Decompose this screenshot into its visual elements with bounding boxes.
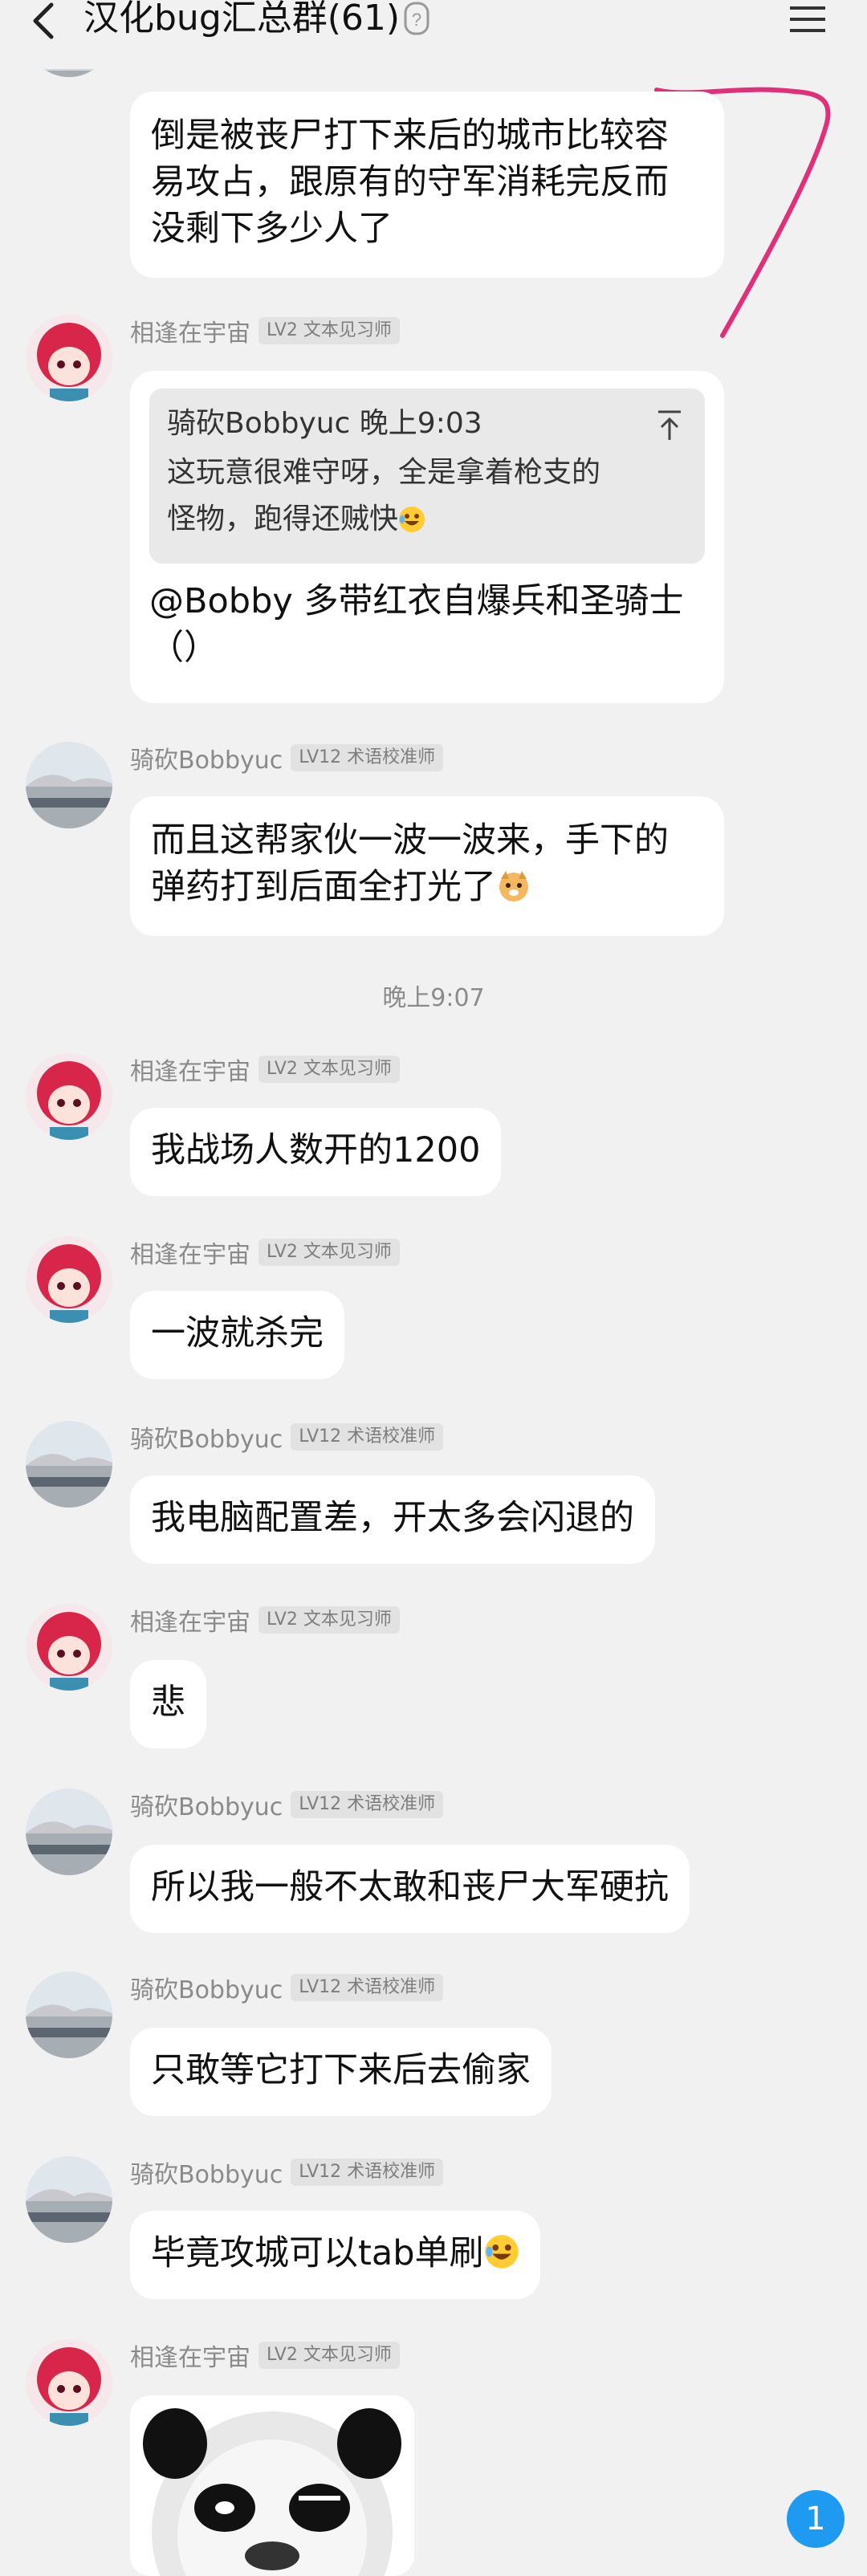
anime-avatar-icon[interactable]	[26, 1604, 112, 1691]
unread-count-badge[interactable]: 1	[787, 2490, 845, 2548]
group-title[interactable]: 汉化bug汇总群(61)	[83, 0, 400, 48]
time-separator: 晚上9:07	[382, 984, 485, 1012]
level-badge: LV2 文本见习师	[258, 1239, 400, 1266]
sender-name[interactable]: 骑砍Bobbyuc	[130, 1787, 283, 1822]
message-text: 一波就杀完	[151, 1313, 324, 1353]
level-badge: LV12 术语校准师	[291, 744, 444, 771]
message-bubble[interactable]: 我战场人数开的1200	[130, 1108, 502, 1196]
landscape-avatar-icon[interactable]	[26, 2156, 112, 2243]
quoted-message[interactable]: 骑砍Bobbyuc 晚上9:03 这玩意很难守呀，全是拿着枪支的 怪物，跑得还贼…	[149, 389, 705, 564]
sender-name[interactable]: 骑砍Bobbyuc	[130, 2155, 283, 2190]
sender-name[interactable]: 骑砍Bobbyuc	[130, 740, 283, 775]
landscape-avatar-icon[interactable]	[26, 1421, 112, 1508]
message-bubble[interactable]: 毕竟攻城可以tab单刷	[130, 2211, 540, 2299]
landscape-avatar-icon[interactable]	[26, 742, 112, 828]
anime-avatar-icon[interactable]	[26, 2339, 112, 2426]
sender-name[interactable]: 相逢在宇宙	[130, 313, 250, 348]
message-text: 所以我一般不太敢和丧尸大军硬抗	[151, 1867, 669, 1907]
level-badge: LV2 文本见习师	[258, 1606, 400, 1634]
message-text: 毕竟攻城可以tab单刷	[151, 2233, 484, 2273]
message-bubble[interactable]: 所以我一般不太敢和丧尸大军硬抗	[130, 1845, 690, 1933]
quote-author-time: 骑砍Bobbyuc 晚上9:03	[167, 407, 482, 440]
menu-icon[interactable]	[787, 2, 828, 37]
message-text: 我电脑配置差，开太多会闪退的	[151, 1498, 634, 1538]
jump-to-top-icon[interactable]	[655, 409, 684, 442]
message-text: 我战场人数开的1200	[151, 1130, 481, 1170]
dog-face-emoji-icon	[496, 868, 531, 915]
level-badge: LV12 术语校准师	[291, 2159, 444, 2186]
message-text: 倒是被丧尸打下来后的城市比较容 易攻占，跟原有的守军消耗完反而 没剩下多少人了	[151, 116, 669, 249]
anime-avatar-icon[interactable]	[26, 1053, 112, 1140]
laugh-cry-emoji-icon	[398, 501, 425, 547]
chat-header: 汉化bug汇总群(61) ?	[0, 0, 867, 69]
level-badge: LV2 文本见习师	[258, 1056, 400, 1083]
help-icon[interactable]: ?	[403, 2, 430, 37]
message-bubble[interactable]: 悲	[130, 1660, 206, 1748]
sender-name[interactable]: 相逢在宇宙	[130, 1602, 250, 1638]
level-badge: LV12 术语校准师	[291, 1791, 444, 1818]
level-badge: LV12 术语校准师	[291, 1974, 444, 2001]
quote-text: 这玩意很难守呀，全是拿着枪支的 怪物，跑得还贼快	[167, 456, 601, 535]
message-text: @Bobby 多带红衣自爆兵和圣骑士 （）	[149, 581, 684, 668]
message-text: 而且这帮家伙一波一波来，手下的 弹药打到后面全打光了	[151, 820, 669, 907]
message-bubble[interactable]: 我电脑配置差，开太多会闪退的	[130, 1475, 655, 1564]
level-badge: LV2 文本见习师	[258, 2342, 400, 2369]
laugh-cry-emoji-icon	[484, 2234, 519, 2281]
landscape-avatar-icon[interactable]	[26, 1789, 112, 1875]
sender-name[interactable]: 相逢在宇宙	[130, 1052, 250, 1087]
anime-avatar-icon[interactable]	[26, 315, 112, 401]
back-icon[interactable]	[24, 0, 64, 48]
message-bubble[interactable]: 倒是被丧尸打下来后的城市比较容 易攻占，跟原有的守军消耗完反而 没剩下多少人了	[130, 92, 724, 278]
message-text: 悲	[151, 1683, 185, 1723]
landscape-avatar-icon[interactable]	[26, 1972, 112, 2058]
sender-name[interactable]: 骑砍Bobbyuc	[130, 1419, 283, 1455]
svg-text:?: ?	[412, 10, 421, 30]
sender-name[interactable]: 相逢在宇宙	[130, 1235, 250, 1270]
level-badge: LV12 术语校准师	[291, 1423, 444, 1451]
message-bubble[interactable]: 一波就杀完	[130, 1291, 344, 1379]
sender-name[interactable]: 相逢在宇宙	[130, 2338, 250, 2373]
message-bubble[interactable]: 骑砍Bobbyuc 晚上9:03 这玩意很难守呀，全是拿着枪支的 怪物，跑得还贼…	[130, 371, 724, 703]
sender-name[interactable]: 骑砍Bobbyuc	[130, 1970, 283, 2005]
anime-avatar-icon[interactable]	[26, 1236, 112, 1323]
message-bubble[interactable]: 只敢等它打下来后去偷家	[130, 2028, 552, 2116]
message-bubble[interactable]: 而且这帮家伙一波一波来，手下的 弹药打到后面全打光了	[130, 796, 724, 936]
message-text: 只敢等它打下来后去偷家	[151, 2050, 531, 2090]
level-badge: LV2 文本见习师	[258, 317, 400, 344]
panda-meme-sticker[interactable]	[130, 2395, 414, 2576]
